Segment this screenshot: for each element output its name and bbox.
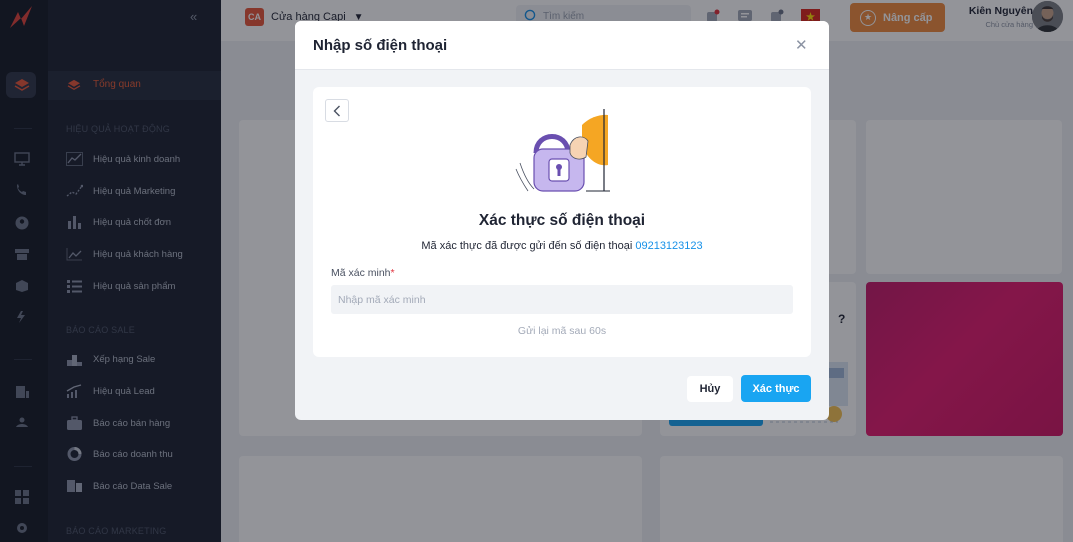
modal-title: Nhập số điện thoại: [313, 37, 448, 54]
required-mark: *: [390, 267, 395, 279]
lock-illustration: [515, 109, 610, 192]
verify-button[interactable]: Xác thực: [741, 375, 811, 402]
verification-code-input[interactable]: [331, 285, 793, 314]
back-button[interactable]: [325, 99, 349, 122]
cancel-button[interactable]: Hủy: [687, 376, 733, 402]
chevron-left-icon: [333, 105, 340, 116]
phone-verification-modal: Nhập số điện thoại ✕ Xác thực số điện th…: [295, 21, 829, 420]
modal-header: Nhập số điện thoại ✕: [295, 21, 829, 70]
close-icon[interactable]: ✕: [795, 36, 808, 54]
code-field-label: Mã xác minh*: [331, 267, 395, 279]
subtitle-text: Mã xác thực đã được gửi đến số điện thoạ…: [421, 240, 633, 252]
resend-countdown: Gửi lại mã sau 60s: [517, 325, 607, 337]
phone-number-link[interactable]: 09213123123: [635, 240, 702, 252]
code-field-label-text: Mã xác minh: [331, 267, 391, 279]
verification-heading: Xác thực số điện thoại: [478, 212, 646, 229]
verification-subtitle: Mã xác thực đã được gửi đến số điện thoạ…: [313, 240, 811, 252]
verification-panel: Xác thực số điện thoại Mã xác thực đã đư…: [313, 87, 811, 357]
